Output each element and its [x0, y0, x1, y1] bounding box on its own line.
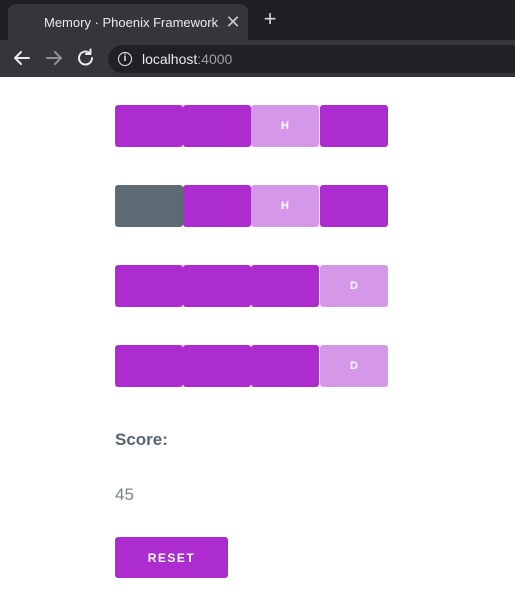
new-tab-icon[interactable]: + [259, 8, 281, 30]
address-bar[interactable]: i localhost:4000 [108, 45, 515, 73]
memory-tile[interactable] [251, 345, 319, 387]
memory-tile[interactable] [115, 185, 183, 227]
memory-tile[interactable] [320, 105, 388, 147]
memory-tile[interactable] [115, 105, 183, 147]
memory-tile[interactable] [183, 105, 251, 147]
memory-tile[interactable] [183, 345, 251, 387]
forward-arrow-icon[interactable] [42, 47, 66, 69]
memory-tile[interactable] [183, 185, 251, 227]
reset-button[interactable]: RESET [115, 537, 228, 578]
memory-tile[interactable]: H [251, 105, 319, 147]
score-value: 45 [115, 485, 134, 504]
url-text: localhost:4000 [142, 51, 232, 67]
memory-tile[interactable]: H [251, 185, 319, 227]
back-arrow-icon[interactable] [10, 47, 34, 69]
memory-tile[interactable] [183, 265, 251, 307]
browser-toolbar: i localhost:4000 [0, 40, 515, 77]
memory-tile[interactable] [320, 185, 388, 227]
score-label: Score: [115, 430, 168, 449]
memory-tile[interactable] [115, 265, 183, 307]
tab-strip: Memory · Phoenix Framework ✕ + [0, 0, 515, 40]
close-tab-icon[interactable]: ✕ [224, 13, 242, 31]
memory-tile[interactable]: D [320, 265, 388, 307]
memory-tile[interactable]: D [320, 345, 388, 387]
info-icon[interactable]: i [118, 52, 132, 66]
reload-icon[interactable] [74, 47, 98, 69]
memory-tile[interactable] [115, 345, 183, 387]
memory-tile[interactable] [251, 265, 319, 307]
url-port: :4000 [197, 51, 233, 67]
browser-tab[interactable]: Memory · Phoenix Framework ✕ [8, 4, 248, 40]
tab-title: Memory · Phoenix Framework [44, 15, 219, 30]
url-host: localhost [142, 51, 198, 67]
